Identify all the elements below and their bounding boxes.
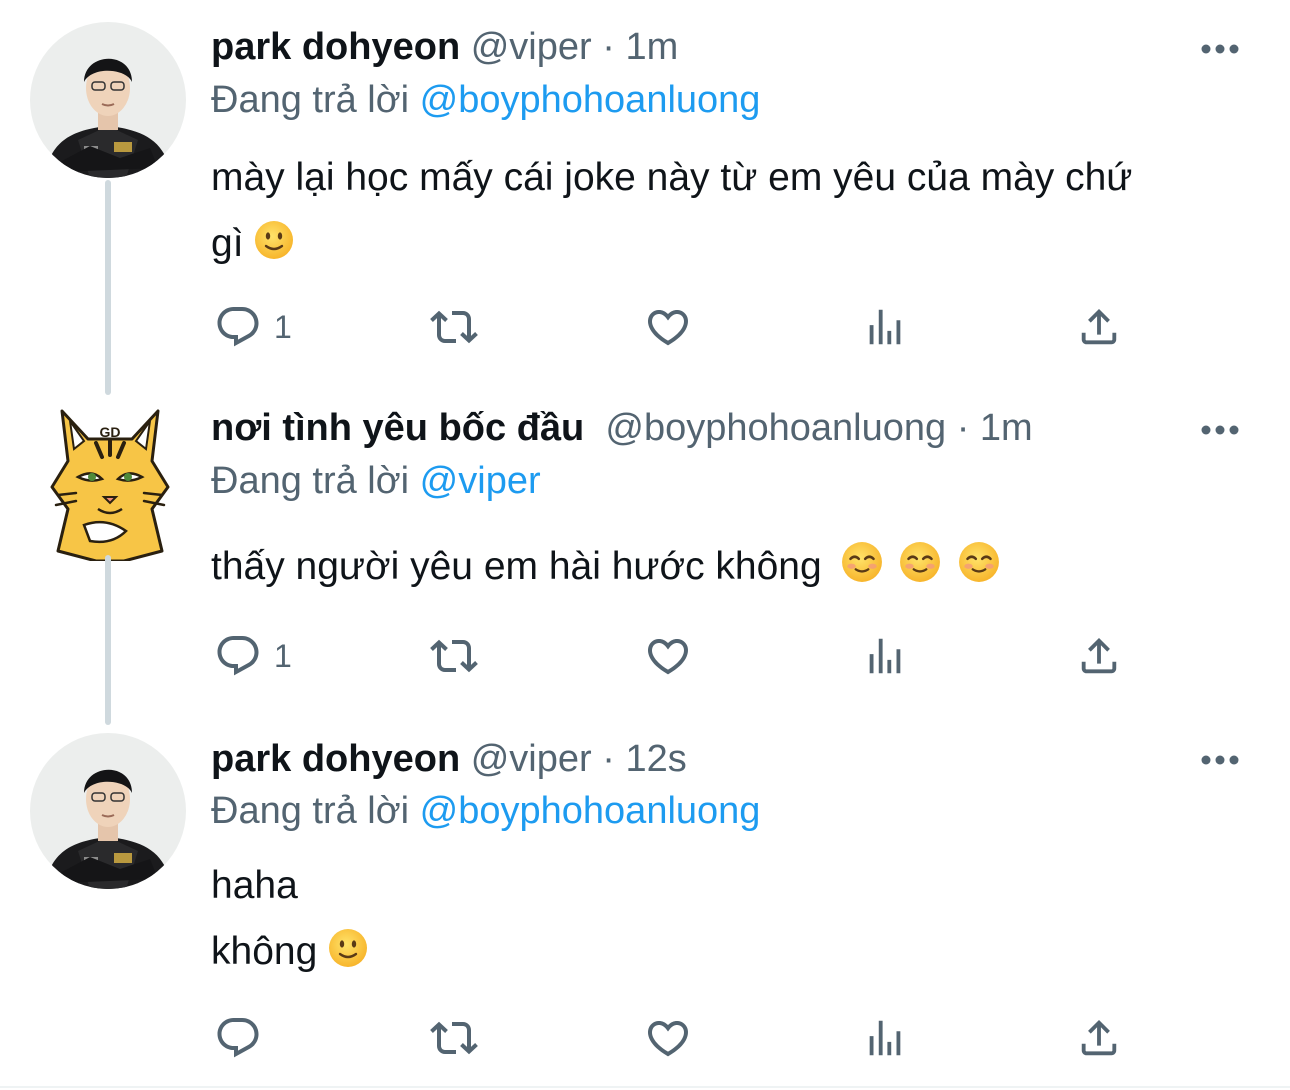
tweet-actions (0, 1013, 1290, 1063)
tweet-1[interactable]: park dohyeon @viper · 1m Đang trả lời @b… (0, 0, 1290, 395)
more-icon (1201, 425, 1239, 435)
avatar[interactable] (30, 733, 186, 889)
retweet-icon (430, 639, 478, 673)
tweet-text: haha không (211, 853, 368, 989)
reply-mention-link[interactable]: @boyphohoanluong (420, 79, 761, 121)
separator: · (602, 26, 615, 68)
avatar[interactable]: GD (40, 401, 200, 563)
user-handle[interactable]: @boyphohoanluong (605, 407, 946, 449)
slightly-smiling-emoji-icon (254, 215, 294, 281)
views-icon (869, 309, 901, 345)
retweet-button[interactable] (428, 631, 480, 681)
reply-count: 1 (274, 308, 292, 345)
separator: · (956, 407, 970, 449)
share-icon (1081, 1019, 1117, 1056)
display-name[interactable]: park dohyeon (211, 26, 460, 68)
like-icon (647, 1021, 689, 1057)
reply-count: 1 (274, 637, 292, 674)
slightly-smiling-emoji-icon (328, 923, 368, 989)
reply-button[interactable]: 1 (214, 631, 292, 681)
like-button[interactable] (644, 1013, 692, 1063)
tweet-text-line-with-emoji: không (211, 919, 368, 989)
retweet-button[interactable] (428, 302, 480, 352)
tweet-text-line-with-emoji: thấy người yêu em hài hước không (211, 537, 1000, 601)
more-button[interactable] (1200, 753, 1240, 765)
share-button[interactable] (1076, 302, 1122, 352)
like-button[interactable] (644, 631, 692, 681)
smiling-face-emoji-icon (958, 541, 1000, 601)
tweet-text-line-with-emoji: gì (211, 211, 1132, 281)
replying-to: Đang trả lời @viper (211, 459, 541, 503)
reply-button[interactable] (214, 1013, 274, 1063)
timestamp[interactable]: 1m (980, 407, 1033, 449)
share-button[interactable] (1076, 631, 1122, 681)
avatar[interactable] (30, 22, 186, 178)
tweet-text: thấy người yêu em hài hước không (211, 537, 1000, 601)
tweet-text-line: thấy người yêu em hài hước không (211, 545, 822, 588)
display-name[interactable]: park dohyeon (211, 738, 460, 780)
reply-mention-link[interactable]: @boyphohoanluong (420, 790, 761, 832)
replying-to-label: Đang trả lời (211, 460, 410, 502)
views-button[interactable] (862, 302, 908, 352)
player-photo-avatar-icon (30, 22, 186, 178)
more-icon (1201, 755, 1239, 765)
replying-to: Đang trả lời @boyphohoanluong (211, 789, 760, 833)
more-button[interactable] (1200, 42, 1240, 54)
reply-icon (217, 636, 259, 676)
share-button[interactable] (1076, 1013, 1122, 1063)
replying-to-label: Đang trả lời (211, 790, 410, 832)
like-button[interactable] (644, 302, 692, 352)
tweet-header: park dohyeon @viper · 12s (211, 737, 687, 781)
more-icon (1201, 44, 1239, 54)
user-handle[interactable]: @viper (471, 26, 592, 68)
reply-icon (217, 1018, 259, 1058)
views-button[interactable] (862, 631, 908, 681)
like-icon (647, 639, 689, 675)
display-name[interactable]: nơi tình yêu bốc đầu (211, 407, 584, 449)
retweet-button[interactable] (428, 1013, 480, 1063)
tweet-3[interactable]: park dohyeon @viper · 12s Đang trả lời @… (0, 725, 1290, 1090)
views-icon (869, 1020, 901, 1056)
tiger-cartoon-avatar-icon: GD (50, 409, 170, 563)
retweet-icon (430, 1021, 478, 1055)
player-photo-avatar-icon (30, 733, 186, 889)
share-icon (1081, 308, 1117, 345)
tweet-text-line: mày lại học mấy cái joke này từ em yêu c… (211, 156, 1133, 199)
timestamp[interactable]: 12s (625, 738, 686, 780)
reply-button[interactable]: 1 (214, 302, 292, 352)
smiling-face-emoji-icon (841, 541, 883, 601)
tweet-actions: 1 (0, 302, 1290, 352)
tweet-2[interactable]: GD nơi tình yêu bốc đầu @boyphohoanluong… (0, 395, 1290, 725)
views-button[interactable] (862, 1013, 908, 1063)
tweet-text-line: gì (211, 222, 244, 265)
retweet-icon (430, 310, 478, 344)
tweet-header: park dohyeon @viper · 1m (211, 25, 678, 69)
like-icon (647, 310, 689, 346)
reply-mention-link[interactable]: @viper (420, 460, 541, 502)
separator: · (602, 738, 615, 780)
tweet-text-line: haha (211, 864, 298, 907)
svg-text:GD: GD (100, 424, 121, 440)
share-icon (1081, 637, 1117, 674)
smiling-face-emoji-icon (899, 541, 941, 601)
bottom-divider (0, 1086, 1290, 1088)
replying-to-label: Đang trả lời (211, 79, 410, 121)
tweet-text: mày lại học mấy cái joke này từ em yêu c… (211, 145, 1132, 281)
tweet-actions: 1 (0, 631, 1290, 681)
tweet-text-line: không (211, 930, 318, 973)
timestamp[interactable]: 1m (625, 26, 678, 68)
replying-to: Đang trả lời @boyphohoanluong (211, 78, 760, 122)
user-handle[interactable]: @viper (471, 738, 592, 780)
thread-connector-line (105, 180, 111, 395)
views-icon (869, 638, 901, 674)
more-button[interactable] (1200, 423, 1240, 435)
tweet-header: nơi tình yêu bốc đầu @boyphohoanluong · … (211, 406, 1033, 450)
reply-icon (217, 307, 259, 347)
